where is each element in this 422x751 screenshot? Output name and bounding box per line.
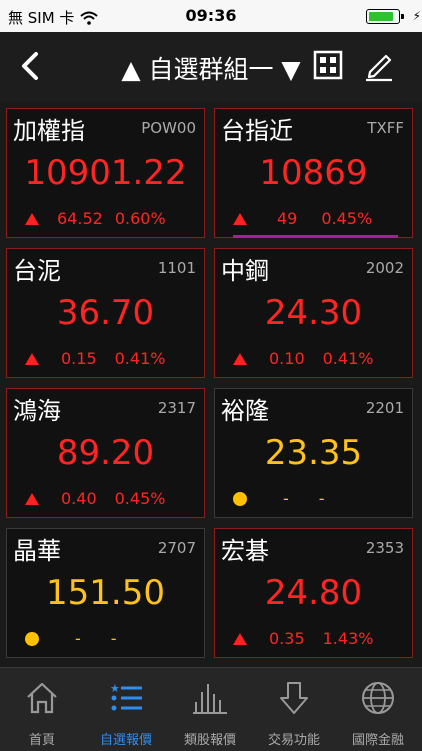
stock-name: 裕隆	[221, 397, 269, 425]
stock-name: 台指近	[221, 117, 293, 145]
stock-code: 1101	[157, 259, 196, 277]
svg-text:★: ★	[110, 682, 120, 695]
stock-price: 10901.22	[24, 153, 187, 193]
flat-dot-icon	[233, 491, 247, 506]
tab-label: 自選報價	[99, 733, 152, 748]
highlight-underline	[233, 235, 398, 238]
edit-icon[interactable]	[362, 48, 396, 82]
up-arrow-icon	[233, 212, 247, 225]
up-arrow-icon	[25, 352, 39, 365]
quote-grid: 加權指 POW00 10901.22 64.52 0.60% 台指近 TXFF …	[0, 102, 422, 667]
grid-view-icon[interactable]	[313, 50, 343, 80]
stock-change: 0.15 0.41%	[25, 349, 165, 368]
stock-change: 0.35 1.43%	[233, 629, 373, 648]
up-arrow-icon	[233, 352, 247, 365]
stock-code: 2707	[157, 539, 196, 557]
quote-tile[interactable]: 鴻海 2317 89.20 0.40 0.45%	[6, 388, 205, 518]
quote-tile[interactable]: 晶華 2707 151.50 - -	[6, 528, 205, 658]
stock-code: 2201	[365, 399, 404, 417]
stock-code: TXFF	[367, 119, 404, 137]
tab-trading[interactable]: 交易功能	[252, 668, 336, 751]
quote-tile[interactable]: 加權指 POW00 10901.22 64.52 0.60%	[6, 108, 205, 238]
stock-price: 23.35	[264, 433, 363, 473]
up-arrow-icon	[233, 632, 247, 645]
stock-name: 加權指	[13, 117, 85, 145]
stock-change: 49 0.45%	[233, 209, 372, 228]
stock-change: 0.10 0.41%	[233, 349, 373, 368]
stock-name: 鴻海	[13, 397, 61, 425]
stock-price: 24.80	[264, 573, 363, 613]
stock-name: 台泥	[13, 257, 61, 285]
stock-name: 中鋼	[221, 257, 269, 285]
up-arrow-icon	[25, 212, 39, 225]
stock-price: 36.70	[56, 293, 155, 333]
change-percent: 0.45%	[321, 209, 373, 228]
change-value: 0.10	[269, 349, 305, 368]
stock-code: 2317	[157, 399, 196, 417]
status-bar: 無 SIM 卡 09:36 ⚡	[0, 0, 422, 32]
change-value: 0.40	[61, 489, 97, 508]
change-value: -	[75, 629, 81, 648]
home-icon	[27, 682, 57, 714]
change-percent: -	[318, 489, 325, 508]
change-value: 0.35	[269, 629, 305, 648]
stock-price: 24.30	[264, 293, 363, 333]
tab-international[interactable]: 國際金融	[336, 668, 420, 751]
stock-change: 64.52 0.60%	[25, 209, 166, 228]
stock-change: - -	[233, 489, 325, 508]
stock-code: 2002	[365, 259, 404, 277]
list-icon: ★	[110, 682, 142, 711]
nav-bar: ▲ 自選群組一 ▼	[0, 32, 422, 102]
flat-dot-icon	[25, 631, 39, 646]
change-value: 0.15	[61, 349, 97, 368]
stock-code: 2353	[365, 539, 404, 557]
change-percent: 0.45%	[114, 489, 166, 508]
stock-price: 10869	[259, 153, 368, 193]
change-value: -	[283, 489, 289, 508]
quote-tile[interactable]: 台指近 TXFF 10869 49 0.45%	[214, 108, 413, 238]
change-percent: 0.60%	[114, 209, 166, 228]
change-percent: 1.43%	[322, 629, 374, 648]
stock-name: 宏碁	[221, 537, 269, 565]
stock-name: 晶華	[13, 537, 61, 565]
tab-watchlist[interactable]: ★ 自選報價	[84, 668, 168, 751]
stock-price: 89.20	[56, 433, 155, 473]
tab-label: 首頁	[28, 733, 55, 748]
change-percent: 0.41%	[114, 349, 166, 368]
group-selector[interactable]: ▲ 自選群組一 ▼	[0, 50, 422, 86]
tab-bar: 首頁 ★ 自選報價 類股報價 交易功能 國際金融	[0, 667, 422, 751]
quote-tile[interactable]: 宏碁 2353 24.80 0.35 1.43%	[214, 528, 413, 658]
tab-label: 國際金融	[351, 733, 404, 748]
stock-price: 151.50	[46, 573, 165, 613]
stock-change: 0.40 0.45%	[25, 489, 165, 508]
up-arrow-icon	[25, 492, 39, 505]
stock-code: POW00	[141, 119, 196, 137]
tab-label: 類股報價	[183, 733, 236, 748]
clock: 09:36	[185, 6, 237, 25]
charging-icon: ⚡	[412, 9, 421, 23]
change-value: 64.52	[57, 209, 103, 228]
change-value: 49	[277, 209, 298, 228]
quote-tile[interactable]: 台泥 1101 36.70 0.15 0.41%	[6, 248, 205, 378]
stock-change: - -	[25, 629, 117, 648]
change-percent: 0.41%	[322, 349, 374, 368]
down-arrow-icon	[280, 682, 308, 714]
bar-chart-icon	[193, 684, 227, 714]
battery-icon	[366, 9, 404, 24]
tab-home[interactable]: 首頁	[0, 668, 84, 751]
globe-icon	[362, 682, 394, 714]
quote-tile[interactable]: 中鋼 2002 24.30 0.10 0.41%	[214, 248, 413, 378]
quote-tile[interactable]: 裕隆 2201 23.35 - -	[214, 388, 413, 518]
tab-sectors[interactable]: 類股報價	[168, 668, 252, 751]
tab-label: 交易功能	[267, 733, 320, 748]
change-percent: -	[110, 629, 117, 648]
